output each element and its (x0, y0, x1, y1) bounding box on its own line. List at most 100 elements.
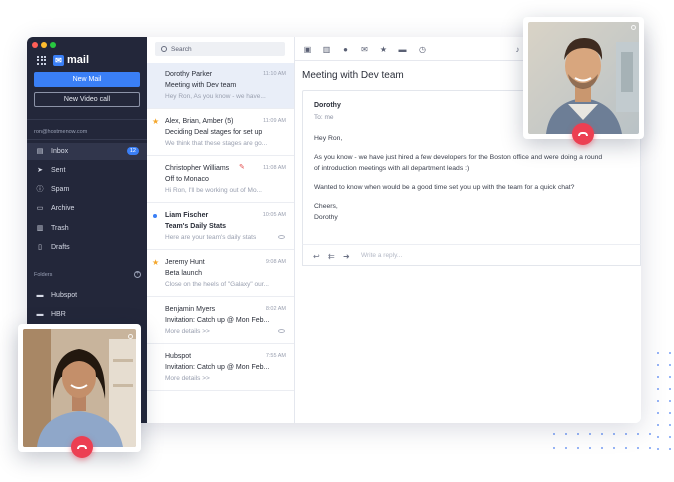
sidebar-item-spam[interactable]: ⓘ Spam (27, 181, 147, 198)
spam-icon[interactable]: ● (341, 45, 350, 54)
email-time: 8:02 AM (265, 306, 286, 312)
email-row[interactable]: Dorothy Parker 11:10 AM Meeting with Dev… (147, 63, 294, 109)
folder-icon: ▬ (36, 291, 44, 299)
archive-icon[interactable]: ▣ (303, 45, 312, 54)
account-email: ron@hostmenow.com (34, 129, 88, 135)
email-time: 11:09 AM (263, 118, 286, 124)
decorative-dot (669, 400, 671, 402)
new-video-call-button[interactable]: New Video call (34, 92, 140, 107)
email-sender: Jeremy Hunt (165, 259, 205, 266)
decorative-dots-right (657, 352, 674, 450)
message-sender: Dorothy (314, 102, 341, 109)
sidebar-item-archive[interactable]: ▭ Archive (27, 200, 147, 217)
email-subject: Invitation: Catch up @ Mon Feb... (165, 317, 270, 324)
decorative-dot (669, 412, 671, 414)
bell-icon[interactable]: ♪ (513, 45, 522, 54)
video-call-window-female (18, 324, 141, 458)
email-row[interactable]: ★ Alex, Brian, Amber (5) 11:09 AM Decidi… (147, 110, 294, 156)
sidebar-item-label: Sent (51, 167, 66, 174)
clock-icon[interactable]: ◷ (418, 45, 427, 54)
decorative-dot (669, 376, 671, 378)
unread-count-badge: 12 (126, 147, 139, 155)
hang-up-button[interactable] (71, 436, 93, 458)
sidebar-item-drafts[interactable]: ▯ Drafts (27, 239, 147, 256)
video-call-window-male (523, 17, 644, 145)
star-icon[interactable]: ★ (152, 258, 159, 267)
add-folder-icon[interactable]: + (134, 271, 141, 278)
caller-video (528, 22, 639, 134)
decorative-dot (649, 433, 651, 435)
folder-icon[interactable]: ▬ (398, 45, 407, 54)
email-row[interactable]: Christopher Williams ✎ 11:08 AM Off to M… (147, 157, 294, 203)
sidebar-item-label: Spam (51, 186, 70, 193)
read-receipt-icon (278, 235, 285, 239)
decorative-dot (657, 352, 659, 354)
decorative-dot (637, 433, 639, 435)
decorative-dot (553, 447, 555, 449)
decorative-dot (657, 424, 659, 426)
sidebar-item-trash[interactable]: ▥ Trash (27, 220, 147, 237)
hang-up-button[interactable] (572, 123, 594, 145)
email-list: Search Dorothy Parker 11:10 AM Meeting w… (147, 37, 295, 423)
email-sender: Christopher Williams (165, 165, 230, 172)
decorative-dot (577, 433, 579, 435)
forward-icon[interactable]: ➜ (343, 252, 350, 261)
sidebar-item-label: Inbox (51, 148, 69, 155)
decorative-dot (669, 352, 671, 354)
email-subject: Off to Monaco (165, 176, 209, 183)
search-input[interactable]: Search (155, 42, 285, 56)
settings-gear-icon[interactable] (631, 25, 636, 30)
new-mail-button[interactable]: New Mail (34, 72, 140, 87)
close-window-button[interactable] (32, 42, 38, 48)
email-preview: Hey Ron, As you know - we have... (165, 93, 266, 100)
email-preview: We think that these stages are go... (165, 140, 268, 147)
decorative-dot (565, 447, 567, 449)
sidebar-item-label: HBR (51, 311, 66, 318)
reply-all-icon[interactable]: ⇇ (328, 252, 335, 261)
email-row[interactable]: Liam Fischer 10:05 AM Team's Daily Stats… (147, 204, 294, 250)
phone-hangup-icon (77, 445, 87, 449)
reply-icon[interactable]: ↩ (313, 252, 320, 261)
decorative-dot (669, 364, 671, 366)
archive-icon: ▭ (36, 204, 44, 212)
trash-icon[interactable]: ▥ (322, 45, 331, 54)
maximize-window-button[interactable] (50, 42, 56, 48)
email-preview: More details >> (165, 375, 210, 382)
message-body-line: Wanted to know when would be a good time… (314, 184, 575, 191)
email-row[interactable]: ★ Jeremy Hunt 9:08 AM Beta launch Close … (147, 251, 294, 297)
decorative-dot (669, 448, 671, 450)
reply-input[interactable]: Write a reply... (361, 252, 402, 259)
email-time: 11:10 AM (263, 71, 286, 77)
decorative-dot (669, 424, 671, 426)
sidebar-folder-hbr[interactable]: ▬ HBR (27, 306, 147, 323)
settings-gear-icon[interactable] (128, 334, 133, 339)
sidebar-item-label: Hubspot (51, 292, 78, 299)
email-row[interactable]: Benjamin Myers 8:02 AM Invitation: Catch… (147, 298, 294, 344)
email-row[interactable]: Hubspot 7:55 AM Invitation: Catch up @ M… (147, 345, 294, 391)
email-preview: Hi Ron, I'll be working out of Mo... (165, 187, 262, 194)
apps-grid-icon[interactable] (37, 55, 46, 65)
minimize-window-button[interactable] (41, 42, 47, 48)
message-body-line: Hey Ron, (314, 135, 343, 142)
search-icon (161, 46, 167, 52)
mail-logo-icon: ✉ (53, 54, 64, 66)
send-icon: ➤ (37, 166, 43, 174)
decorative-dot (601, 433, 603, 435)
caller-video (23, 329, 136, 447)
decorative-dot (657, 448, 659, 450)
trash-icon: ▥ (36, 224, 44, 232)
message-body-line: Dorothy (314, 214, 338, 221)
mail-icon[interactable]: ✉ (360, 45, 369, 54)
decorative-dot (657, 388, 659, 390)
decorative-dot (613, 433, 615, 435)
star-icon[interactable]: ★ (152, 117, 159, 126)
email-sender: Benjamin Myers (165, 306, 216, 313)
decorative-dot (613, 447, 615, 449)
star-icon[interactable]: ★ (379, 45, 388, 54)
sidebar-folder-hubspot[interactable]: ▬ Hubspot (27, 287, 147, 304)
sidebar-item-sent[interactable]: ➤ Sent (27, 162, 147, 179)
sidebar-item-inbox[interactable]: ▤ Inbox 12 (27, 143, 147, 160)
sidebar-item-label: Drafts (51, 244, 70, 251)
email-sender: Alex, Brian, Amber (5) (165, 118, 234, 125)
unread-dot-icon (153, 214, 157, 218)
